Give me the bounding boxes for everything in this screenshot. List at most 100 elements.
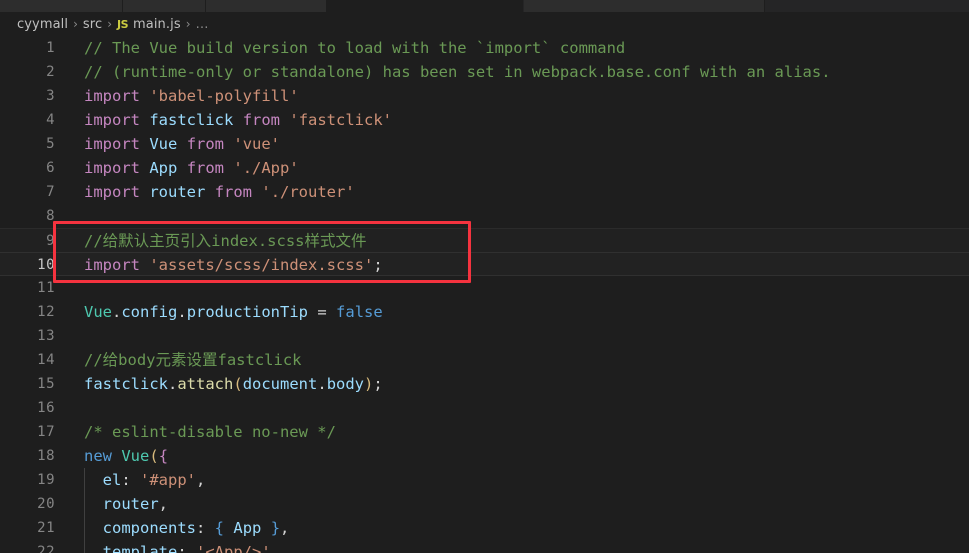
breadcrumb-item-project[interactable]: cyymall: [17, 17, 68, 32]
code-line-content[interactable]: router,: [84, 492, 168, 516]
code-line[interactable]: 18 new Vue({: [0, 444, 969, 468]
code-line-content[interactable]: new Vue({: [84, 444, 168, 468]
code-token: from: [214, 183, 253, 201]
breadcrumb-separator-icon: ›: [73, 17, 78, 31]
code-token: components: [102, 519, 196, 537]
code-line[interactable]: 15 fastclick.attach(document.body);: [0, 372, 969, 396]
code-line[interactable]: 21 components: { App },: [0, 516, 969, 540]
code-token: // The Vue build version to load with th…: [84, 39, 626, 57]
code-line[interactable]: 3 import 'babel-polyfill': [0, 84, 969, 108]
code-line-content[interactable]: fastclick.attach(document.body);: [84, 372, 383, 396]
code-token: :: [121, 471, 141, 489]
code-line[interactable]: 9 //给默认主页引入index.scss样式文件: [0, 228, 969, 252]
code-line[interactable]: 5 import Vue from 'vue': [0, 132, 969, 156]
code-token: el: [102, 471, 122, 489]
code-line[interactable]: 11: [0, 276, 969, 300]
code-token: ,: [158, 495, 169, 513]
code-line[interactable]: 2 // (runtime-only or standalone) has bee…: [0, 60, 969, 84]
code-line-content[interactable]: import 'assets/scss/index.scss';: [84, 253, 383, 277]
code-token: App: [149, 159, 178, 177]
line-number: 22: [37, 544, 55, 553]
code-line[interactable]: 19 el: '#app',: [0, 468, 969, 492]
code-line[interactable]: 17 /* eslint-disable no-new */: [0, 420, 969, 444]
code-line-content[interactable]: //给body元素设置fastclick: [84, 348, 301, 372]
code-line[interactable]: 20 router,: [0, 492, 969, 516]
code-line-content[interactable]: import router from './router': [84, 180, 355, 204]
code-line-content[interactable]: /* eslint-disable no-new */: [84, 420, 336, 444]
code-line-content[interactable]: //给默认主页引入index.scss样式文件: [84, 229, 366, 253]
code-line[interactable]: 14 //给body元素设置fastclick: [0, 348, 969, 372]
breadcrumb-item-folder[interactable]: src: [83, 17, 102, 32]
code-token: ): [364, 375, 374, 393]
code-token: document: [242, 375, 318, 393]
code-token: .: [112, 303, 122, 321]
code-line[interactable]: 16: [0, 396, 969, 420]
code-line-content[interactable]: template: '<App/>': [84, 540, 271, 553]
editor-tab[interactable]: [0, 0, 123, 12]
line-number: 14: [37, 352, 55, 368]
code-token: import: [84, 87, 140, 105]
code-line[interactable]: 13: [0, 324, 969, 348]
code-line-content[interactable]: // (runtime-only or standalone) has been…: [84, 60, 831, 84]
code-token: ;: [373, 375, 383, 393]
editor-tab-strip[interactable]: [0, 0, 969, 12]
editor-tab-active[interactable]: [327, 0, 524, 12]
editor-tab[interactable]: [123, 0, 206, 12]
line-number: 12: [37, 304, 55, 320]
breadcrumb-overflow-icon[interactable]: …: [196, 17, 210, 32]
editor-tab[interactable]: [206, 0, 327, 12]
line-number: 20: [37, 496, 55, 512]
editor-tab[interactable]: [524, 0, 765, 12]
line-number: 11: [37, 280, 55, 296]
js-file-icon: JS: [117, 17, 129, 31]
code-token: 'vue': [233, 135, 281, 153]
code-line[interactable]: 10 import 'assets/scss/index.scss';: [0, 252, 969, 276]
code-line[interactable]: 1 // The Vue build version to load with t…: [0, 36, 969, 60]
line-number: 16: [37, 400, 55, 416]
code-line-content[interactable]: import 'babel-polyfill': [84, 84, 299, 108]
code-line-content[interactable]: import fastclick from 'fastclick': [84, 108, 392, 132]
code-line[interactable]: 12 Vue.config.productionTip = false: [0, 300, 969, 324]
code-line[interactable]: 4 import fastclick from 'fastclick': [0, 108, 969, 132]
breadcrumb-separator-icon: ›: [107, 17, 112, 31]
code-line-content[interactable]: el: '#app',: [84, 468, 206, 492]
line-number: 19: [37, 472, 55, 488]
code-line[interactable]: 6 import App from './App': [0, 156, 969, 180]
code-line[interactable]: 8: [0, 204, 969, 228]
code-token: 'assets/scss/index.scss': [149, 256, 374, 274]
code-line-content[interactable]: Vue.config.productionTip = false: [84, 300, 383, 324]
code-token: ,: [196, 471, 206, 489]
code-token: Vue: [84, 303, 112, 321]
code-token: false: [336, 303, 383, 321]
code-token: fastclick: [149, 111, 234, 129]
code-token: import: [84, 256, 140, 274]
code-token: App: [233, 519, 262, 537]
code-token: .: [168, 375, 178, 393]
code-editor[interactable]: 1 // The Vue build version to load with t…: [0, 36, 969, 553]
line-number: 2: [46, 64, 55, 80]
breadcrumb[interactable]: cyymall › src › JS main.js › …: [0, 12, 969, 36]
code-line[interactable]: 7 import router from './router': [0, 180, 969, 204]
code-token: {: [214, 519, 225, 537]
code-line-content[interactable]: import Vue from 'vue': [84, 132, 280, 156]
breadcrumb-item-file[interactable]: main.js: [133, 17, 181, 32]
line-number: 1: [46, 40, 55, 56]
code-line-content[interactable]: components: { App },: [84, 516, 290, 540]
line-number: 5: [46, 136, 55, 152]
code-line[interactable]: 22 template: '<App/>': [0, 540, 969, 553]
tab-strip-empty-area: [765, 0, 969, 12]
code-line-content[interactable]: // The Vue build version to load with th…: [84, 36, 625, 60]
code-token: template: [102, 543, 178, 553]
code-line-content[interactable]: import App from './App': [84, 156, 299, 180]
